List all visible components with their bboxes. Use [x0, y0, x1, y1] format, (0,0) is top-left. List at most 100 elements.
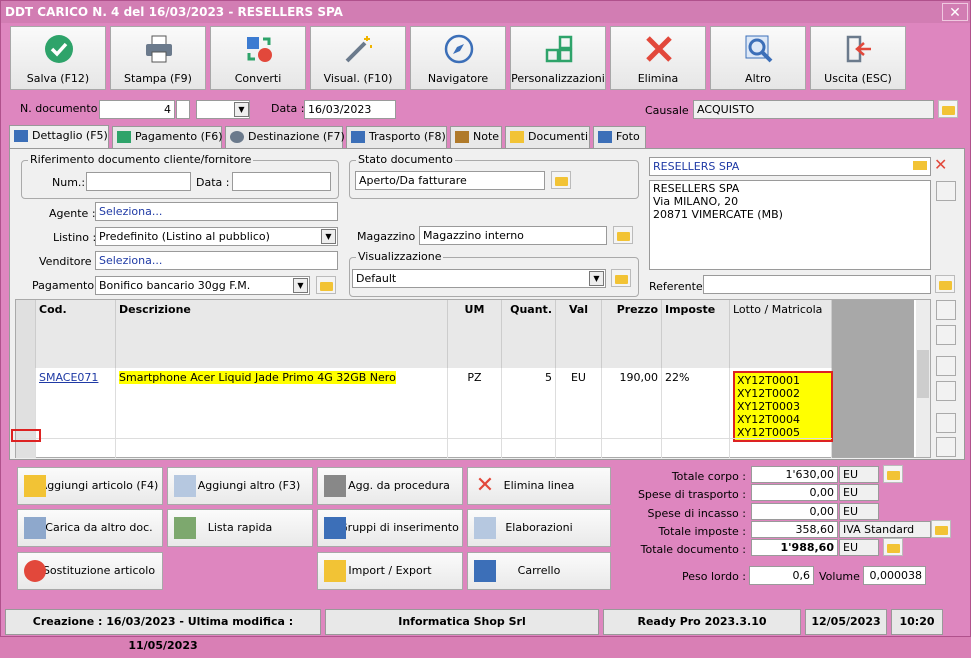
scrollbar[interactable]	[916, 300, 930, 457]
item-um[interactable]: PZ	[448, 368, 502, 458]
tax-total-field: 358,60	[751, 521, 838, 538]
print-button[interactable]: Stampa (F9)	[110, 26, 206, 90]
folder-icon[interactable]	[931, 520, 951, 538]
collection-field[interactable]: 0,00	[751, 503, 838, 520]
folder-icon[interactable]	[938, 100, 958, 118]
scrollbar-thumb[interactable]	[917, 350, 929, 398]
ndoc-suffix-field[interactable]	[176, 100, 190, 119]
chevron-down-icon[interactable]: ▼	[321, 229, 336, 244]
payment-select[interactable]: Bonifico bancario 30gg F.M.	[95, 276, 310, 295]
shipping-field[interactable]: 0,00	[751, 484, 838, 501]
folder-icon[interactable]	[935, 275, 955, 293]
view-select[interactable]: Default	[352, 269, 606, 288]
item-desc-cell[interactable]: Smartphone Acer Liquid Jade Primo 4G 32G…	[116, 368, 448, 458]
add-other-button[interactable]: Aggiungi altro (F3)	[167, 467, 313, 505]
folder-icon[interactable]	[913, 161, 927, 170]
ndoc-field[interactable]: 4	[99, 100, 175, 119]
ndoc-label: N. documento :	[20, 102, 105, 115]
tab-foto[interactable]: Foto	[593, 126, 646, 148]
volume-field[interactable]: 0,000038	[863, 566, 926, 585]
copy-icon[interactable]	[936, 413, 956, 433]
item-quant[interactable]: 5	[502, 368, 556, 458]
ref-date-field[interactable]	[232, 172, 331, 191]
chevron-down-icon[interactable]: ▼	[234, 102, 249, 117]
exit-button[interactable]: Uscita (ESC)	[810, 26, 906, 90]
arrow-down-icon[interactable]	[936, 381, 956, 401]
col-imposte[interactable]: Imposte	[662, 300, 730, 368]
print-label: Stampa (F9)	[124, 72, 192, 85]
visual-button[interactable]: Visual. (F10)	[310, 26, 406, 90]
close-icon[interactable]: ✕	[942, 3, 968, 21]
item-price[interactable]: 190,00	[602, 368, 662, 458]
status-field[interactable]: Aperto/Da fatturare	[355, 171, 545, 190]
col-desc[interactable]: Descrizione	[116, 300, 448, 368]
item-val[interactable]: EU	[556, 368, 602, 458]
address-line: 20871 VIMERCATE (MB)	[653, 208, 783, 221]
tab-dettaglio[interactable]: Dettaglio (F5)	[9, 125, 109, 149]
zoom-icon[interactable]	[883, 538, 903, 556]
note-icon	[455, 131, 469, 143]
more-button[interactable]: Altro	[710, 26, 806, 90]
status-date: 12/05/2023	[805, 609, 887, 635]
customer-field[interactable]: RESELLERS SPA	[649, 157, 931, 176]
add-item-button[interactable]: Aggiungi articolo (F4)	[17, 467, 163, 505]
item-code-link[interactable]: SMACE071	[39, 371, 98, 384]
folder-icon[interactable]	[613, 226, 633, 244]
customize-button[interactable]: Personalizzazioni	[510, 26, 606, 90]
folder-icon[interactable]	[611, 269, 631, 287]
col-cod[interactable]: Cod.	[36, 300, 116, 368]
seller-field[interactable]: Seleziona...	[95, 251, 338, 270]
pricelist-select[interactable]: Predefinito (Listino al pubblico)	[95, 227, 338, 246]
navigator-button[interactable]: Navigatore	[410, 26, 506, 90]
btn-label: Agg. da procedura	[348, 479, 450, 492]
delete-button[interactable]: Elimina	[610, 26, 706, 90]
visual-label: Visual. (F10)	[323, 72, 393, 85]
agent-field[interactable]: Seleziona...	[95, 202, 338, 221]
convert-button[interactable]: Converti	[210, 26, 306, 90]
item-lots[interactable]: XY12T0001 XY12T0002 XY12T0003 XY12T0004 …	[730, 368, 833, 458]
btn-label: Elimina linea	[503, 479, 575, 492]
add-procedure-button[interactable]: Agg. da procedura	[317, 467, 463, 505]
date-field[interactable]: 16/03/2023	[304, 100, 396, 119]
load-doc-button[interactable]: Carica da altro doc.	[17, 509, 163, 547]
warehouse-field[interactable]: Magazzino interno	[419, 226, 607, 245]
import-export-button[interactable]: Import / Export	[317, 552, 463, 590]
paste-icon[interactable]	[936, 437, 956, 457]
tab-pagamento[interactable]: Pagamento (F6)	[112, 126, 223, 148]
table-row[interactable]: SMACE071	[36, 368, 116, 458]
ref-num-field[interactable]	[86, 172, 191, 191]
folder-icon[interactable]	[883, 465, 903, 483]
referente-field[interactable]	[703, 275, 931, 294]
add-icon	[24, 475, 46, 497]
scroll-icon[interactable]	[936, 300, 956, 320]
status-title: Stato documento	[356, 153, 455, 166]
cart-button[interactable]: Carrello	[467, 552, 611, 590]
folder-icon[interactable]	[316, 276, 336, 294]
item-tax[interactable]: 22%	[662, 368, 730, 458]
process-button[interactable]: Elaborazioni	[467, 509, 611, 547]
tab-destinazione[interactable]: Destinazione (F7)	[225, 126, 345, 148]
close-icon[interactable]: ✕	[934, 155, 947, 174]
arrow-up-icon[interactable]	[936, 356, 956, 376]
chevron-down-icon[interactable]: ▼	[589, 271, 604, 286]
weight-field[interactable]: 0,6	[749, 566, 814, 585]
x-icon: ✕	[475, 473, 495, 498]
col-um[interactable]: UM	[448, 300, 502, 368]
folder-icon[interactable]	[551, 171, 571, 189]
col-quant[interactable]: Quant.	[502, 300, 556, 368]
tab-note[interactable]: Note	[450, 126, 502, 148]
insert-groups-button[interactable]: Gruppi di inserimento	[317, 509, 463, 547]
col-prezzo[interactable]: Prezzo	[602, 300, 662, 368]
chevron-down-icon[interactable]: ▼	[293, 278, 308, 293]
delete-line-button[interactable]: ✕ Elimina linea	[467, 467, 611, 505]
quick-list-button[interactable]: Lista rapida	[167, 509, 313, 547]
replace-item-button[interactable]: Sostituzione articolo	[17, 552, 163, 590]
col-val[interactable]: Val	[556, 300, 602, 368]
edit-icon[interactable]	[936, 181, 956, 201]
causale-field[interactable]: ACQUISTO	[693, 100, 934, 119]
search-icon[interactable]	[936, 325, 956, 345]
col-lotto[interactable]: Lotto / Matricola	[730, 300, 832, 368]
tab-trasporto[interactable]: Trasporto (F8)	[346, 126, 447, 148]
tab-documenti[interactable]: Documenti	[505, 126, 590, 148]
save-button[interactable]: Salva (F12)	[10, 26, 106, 90]
